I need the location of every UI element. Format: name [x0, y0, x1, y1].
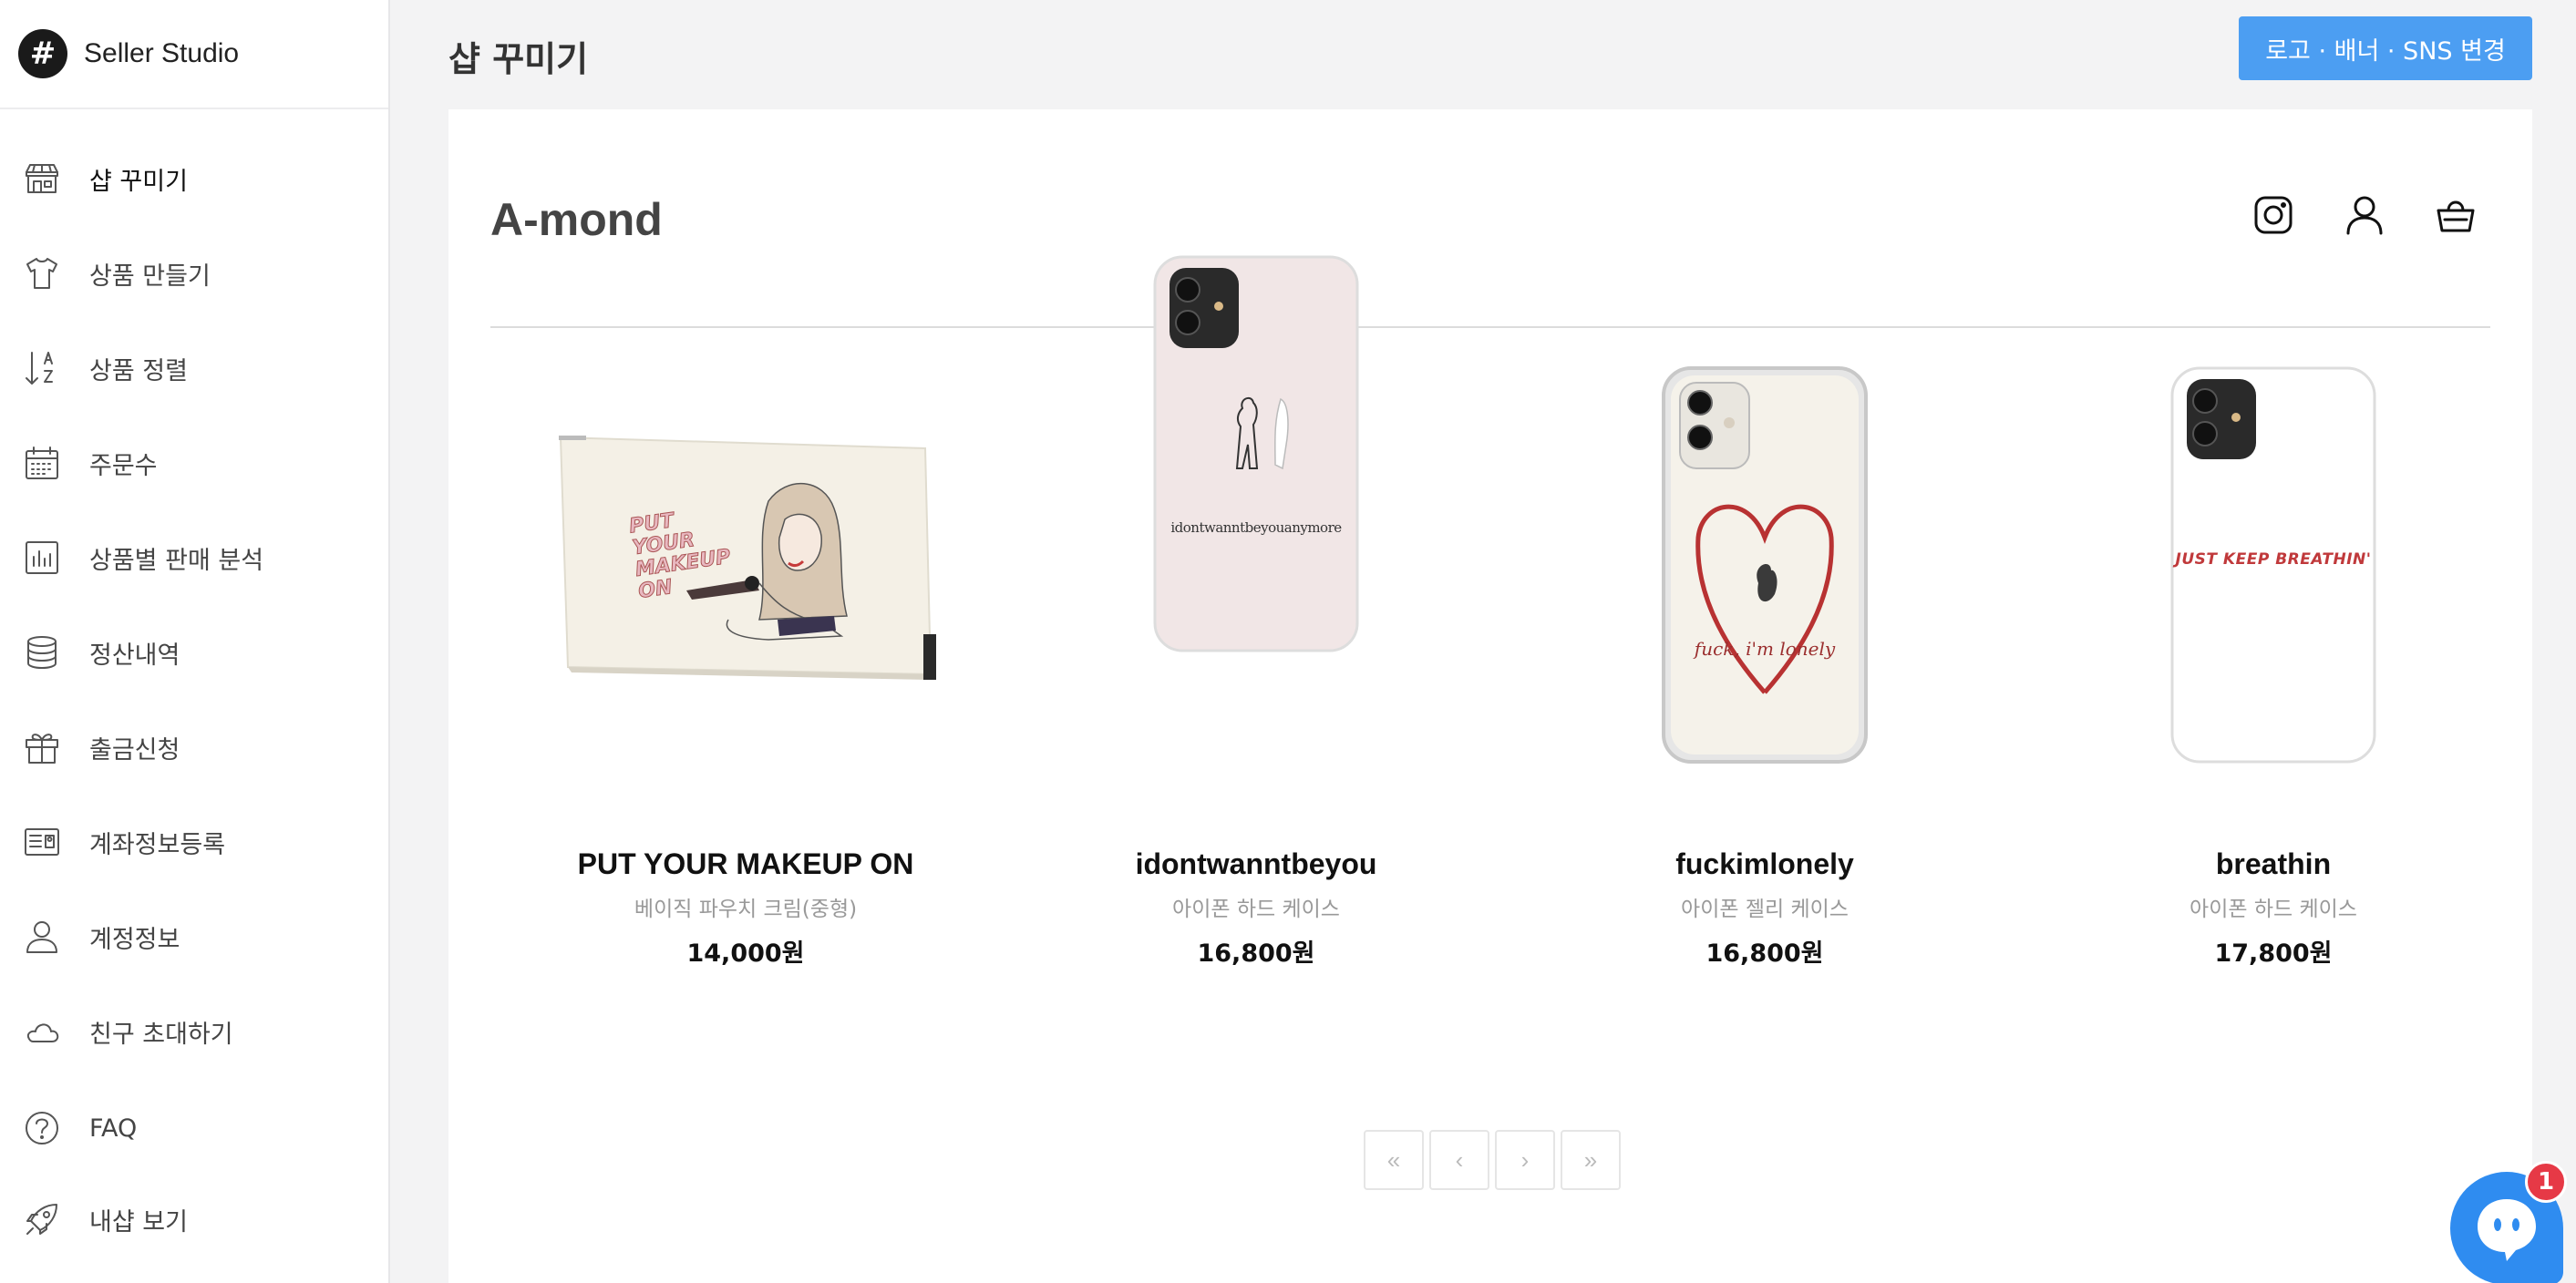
brand[interactable]: # Seller Studio — [0, 0, 388, 109]
tshirt-icon — [22, 253, 62, 293]
product-image[interactable]: PUT YOUR MAKEUP ON — [550, 401, 942, 711]
shop-preview-card: A-mond PUT YOUR MAKEUP ON PUT YOUR MAKEU… — [448, 109, 2532, 1283]
product-price: 16,800원 — [1705, 939, 1824, 968]
account-card-icon — [22, 822, 62, 862]
product-card[interactable]: PUT YOUR MAKEUP ON PUT YOUR MAKEUP ON 베이… — [490, 364, 1001, 1093]
product-name[interactable]: idontwanntbeyou — [1001, 847, 1511, 881]
sidebar-item-label: 샵 꾸미기 — [89, 167, 188, 196]
product-type: 아이폰 하드 케이스 — [2190, 898, 2357, 921]
shop-name: A-mond — [490, 194, 663, 245]
database-icon — [22, 632, 62, 672]
product-image[interactable]: fuck, i'm lonely — [1660, 364, 1870, 765]
sidebar: # Seller Studio 샵 꾸미기 상품 만들기 상품 정렬 주문수 상… — [0, 0, 390, 1283]
sidebar-item-label: 상품 만들기 — [89, 262, 211, 291]
sidebar-item-label: 정산내역 — [89, 641, 180, 670]
sidebar-item-create-product[interactable]: 상품 만들기 — [0, 237, 388, 310]
chat-notification-badge: 1 — [2525, 1161, 2567, 1203]
last-page-button[interactable]: » — [1561, 1130, 1621, 1190]
product-image-text: idontwanntbeyouanymore — [1170, 519, 1342, 536]
chat-icon — [2478, 1199, 2536, 1261]
instagram-icon[interactable] — [2251, 193, 2295, 237]
store-icon — [22, 159, 62, 199]
sidebar-item-faq[interactable]: FAQ — [0, 1092, 388, 1165]
product-image[interactable]: idontwanntbeyouanymore — [1151, 253, 1361, 654]
prev-page-button[interactable]: ‹ — [1429, 1130, 1489, 1190]
product-image-text: PUT YOUR MAKEUP ON — [627, 509, 732, 604]
divider — [490, 326, 2490, 328]
sidebar-item-orders[interactable]: 주문수 — [0, 426, 388, 499]
bar-chart-icon — [22, 538, 62, 578]
shop-header-icons — [2251, 193, 2478, 237]
calendar-icon — [22, 443, 62, 483]
product-type: 아이폰 하드 케이스 — [1172, 898, 1340, 921]
sidebar-item-label: 계정정보 — [89, 925, 180, 954]
product-grid: PUT YOUR MAKEUP ON PUT YOUR MAKEUP ON 베이… — [490, 255, 2490, 1093]
sidebar-item-withdraw[interactable]: 출금신청 — [0, 711, 388, 784]
help-circle-icon — [22, 1108, 62, 1148]
product-image-text: JUST KEEP BREATHIN' — [2175, 550, 2372, 569]
basket-icon[interactable] — [2434, 193, 2478, 237]
sidebar-item-sales-analysis[interactable]: 상품별 판매 분석 — [0, 521, 388, 594]
sidebar-item-label: 계좌정보등록 — [89, 830, 226, 859]
sidebar-item-label: 상품별 판매 분석 — [89, 546, 264, 575]
product-type: 아이폰 젤리 케이스 — [1681, 898, 1849, 921]
product-price: 16,800원 — [1197, 939, 1315, 968]
brand-logo: # — [18, 29, 67, 78]
product-image-text: fuck, i'm lonely — [1694, 638, 1836, 660]
product-card[interactable]: fuck, i'm lonely fuckimlonely 아이폰 젤리 케이스… — [1510, 364, 2020, 1093]
page-title: 샵 꾸미기 — [448, 39, 589, 79]
first-page-button[interactable]: « — [1364, 1130, 1424, 1190]
product-price: 14,000원 — [686, 939, 805, 968]
sidebar-item-sort-products[interactable]: 상품 정렬 — [0, 332, 388, 405]
product-type: 베이직 파우치 크림(중형) — [634, 898, 858, 921]
sidebar-item-shop-decorate[interactable]: 샵 꾸미기 — [0, 142, 388, 215]
sidebar-item-label: 주문수 — [89, 451, 158, 480]
product-name[interactable]: fuckimlonely — [1510, 847, 2020, 881]
rocket-icon — [22, 1199, 62, 1239]
product-name[interactable]: breathin — [2018, 847, 2529, 881]
product-card[interactable]: idontwanntbeyouanymore idontwanntbeyou 아… — [1001, 255, 1511, 1093]
user-icon[interactable] — [2343, 193, 2386, 237]
product-name[interactable]: PUT YOUR MAKEUP ON — [490, 847, 1001, 881]
user-icon — [22, 917, 62, 957]
sidebar-item-label: FAQ — [89, 1114, 138, 1143]
sidebar-item-label: 내샵 보기 — [89, 1207, 188, 1237]
sort-az-icon — [22, 348, 62, 388]
pagination: « ‹ › » — [1364, 1130, 1621, 1190]
sidebar-item-invite[interactable]: 친구 초대하기 — [0, 995, 388, 1068]
product-card[interactable]: JUST KEEP BREATHIN' breathin 아이폰 하드 케이스 … — [2018, 364, 2529, 1093]
sidebar-item-label: 출금신청 — [89, 735, 180, 765]
next-page-button[interactable]: › — [1495, 1130, 1555, 1190]
gift-icon — [22, 727, 62, 767]
sidebar-item-label: 상품 정렬 — [89, 356, 188, 385]
sidebar-item-label: 친구 초대하기 — [89, 1020, 233, 1049]
change-logo-banner-sns-button[interactable]: 로고 · 배너 · SNS 변경 — [2239, 16, 2532, 80]
product-price: 17,800원 — [2214, 939, 2333, 968]
sidebar-item-account[interactable]: 계정정보 — [0, 900, 388, 973]
brand-name: Seller Studio — [84, 38, 240, 68]
cloud-icon — [22, 1011, 62, 1052]
product-image[interactable]: JUST KEEP BREATHIN' — [2169, 364, 2378, 765]
sidebar-item-bank-account[interactable]: 계좌정보등록 — [0, 806, 388, 878]
sidebar-item-view-my-shop[interactable]: 내샵 보기 — [0, 1183, 388, 1256]
sidebar-item-settlement[interactable]: 정산내역 — [0, 616, 388, 689]
